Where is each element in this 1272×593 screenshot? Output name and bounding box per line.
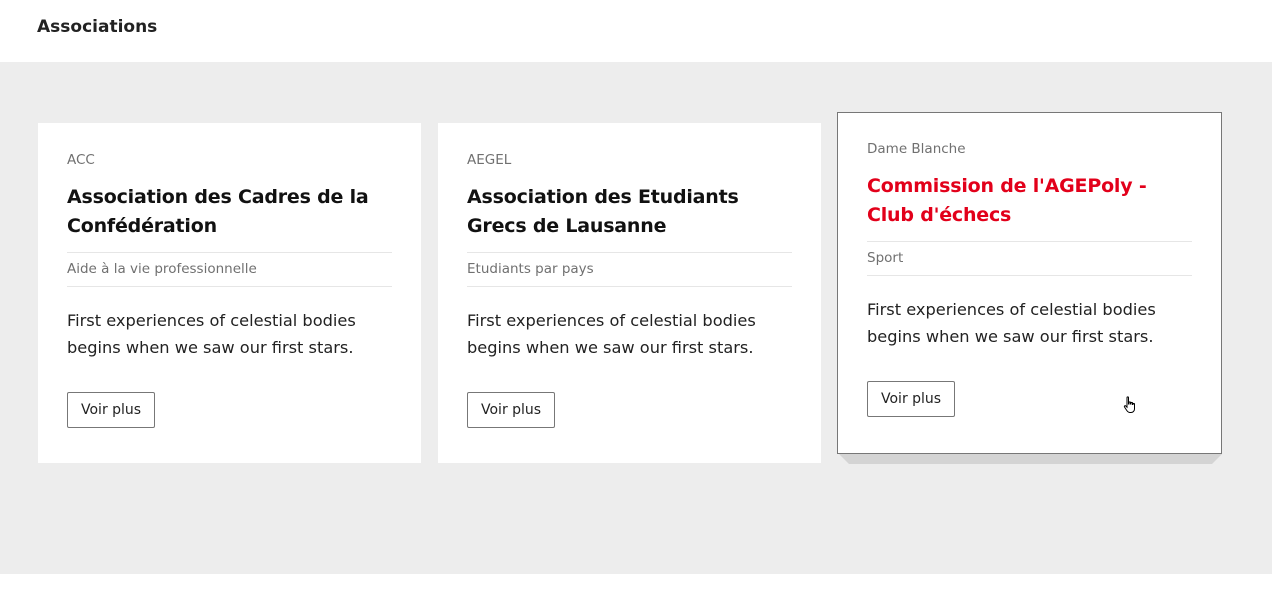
card-description: First experiences of celestial bodies be…	[67, 311, 356, 357]
page-header: Associations	[0, 0, 1272, 62]
card-title[interactable]: Association des Cadres de la Confédérati…	[67, 183, 392, 241]
voir-plus-button[interactable]: Voir plus	[67, 392, 156, 428]
card-description: First experiences of celestial bodies be…	[867, 300, 1156, 346]
card-hover-shadow	[839, 454, 1222, 464]
hand-pointer-icon	[1123, 396, 1135, 413]
card-title[interactable]: Commission de l'AGEPoly - Club d'échecs	[867, 172, 1192, 230]
association-card-hovered[interactable]: Dame Blanche Commission de l'AGEPoly - C…	[837, 112, 1222, 454]
card-abbreviation: ACC	[67, 152, 95, 168]
association-card[interactable]: ACC Association des Cadres de la Confédé…	[38, 123, 421, 463]
card-category: Aide à la vie professionnelle	[67, 252, 392, 287]
page-title: Associations	[37, 17, 158, 37]
card-category: Etudiants par pays	[467, 252, 792, 287]
page-footer	[0, 574, 1272, 593]
card-title[interactable]: Association des Etudiants Grecs de Lausa…	[467, 183, 792, 241]
voir-plus-button[interactable]: Voir plus	[867, 381, 956, 417]
card-category: Sport	[867, 241, 1192, 276]
card-abbreviation: AEGEL	[467, 152, 512, 168]
card-abbreviation: Dame Blanche	[867, 141, 966, 157]
associations-grid: ACC Association des Cadres de la Confédé…	[0, 62, 1272, 574]
voir-plus-button[interactable]: Voir plus	[467, 392, 556, 428]
association-card[interactable]: AEGEL Association des Etudiants Grecs de…	[438, 123, 821, 463]
card-description: First experiences of celestial bodies be…	[467, 311, 756, 357]
